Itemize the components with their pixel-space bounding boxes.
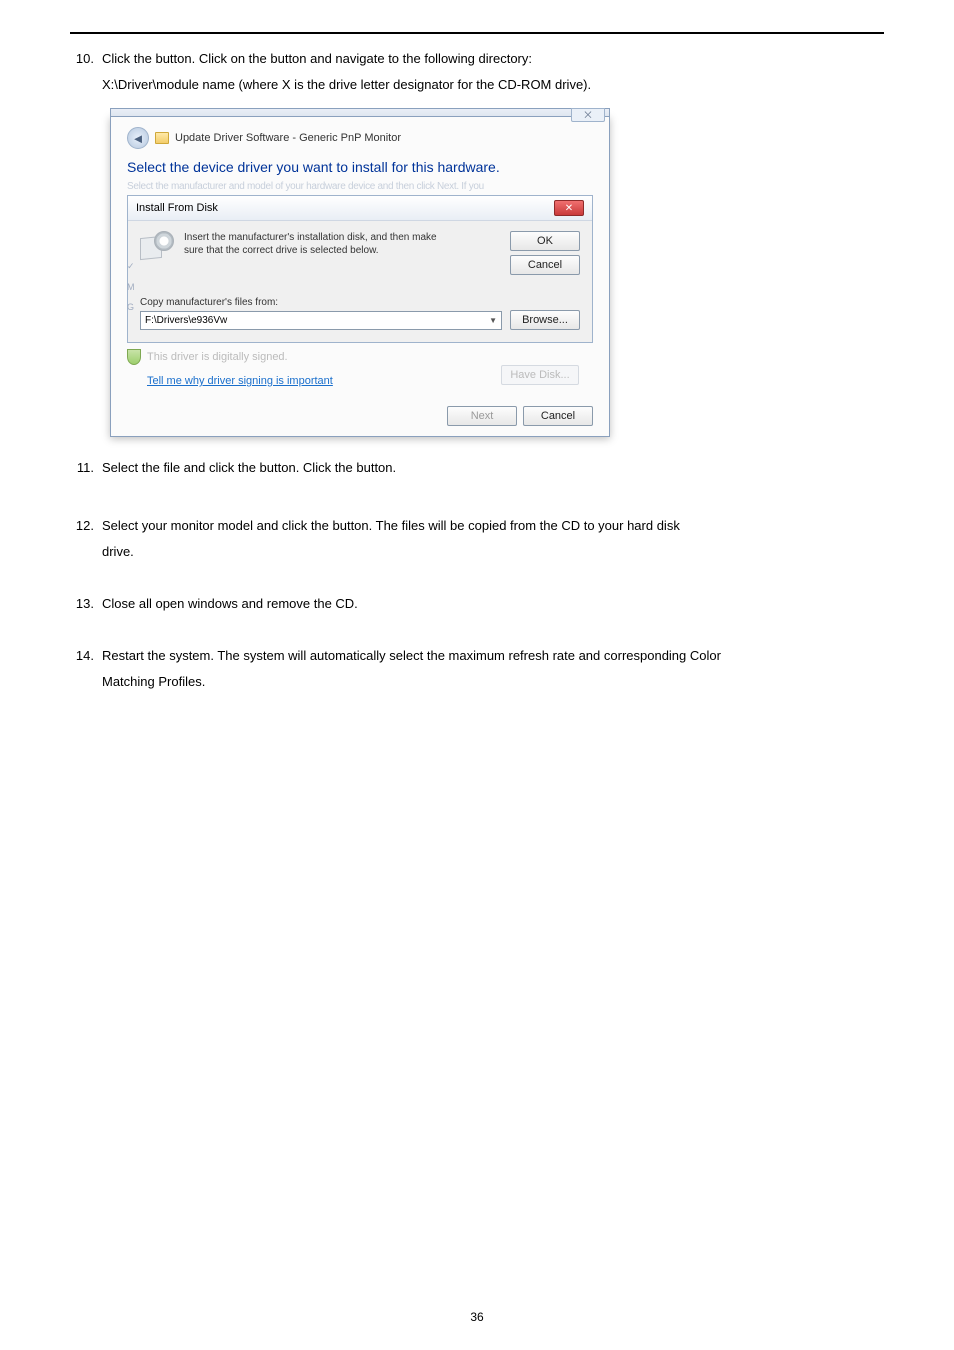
- step-10-line1: Click the button. Click on the button an…: [102, 46, 884, 72]
- shield-icon: [127, 349, 141, 365]
- step-number: 13.: [70, 591, 102, 617]
- step-14: 14. Restart the system. The system will …: [70, 643, 884, 695]
- cancel-button[interactable]: Cancel: [510, 255, 580, 275]
- disk-icon: [140, 231, 174, 261]
- ok-button[interactable]: OK: [510, 231, 580, 251]
- step-12-line2: drive.: [102, 539, 884, 565]
- chevron-down-icon[interactable]: ▼: [489, 312, 497, 329]
- breadcrumb-text: Update Driver Software - Generic PnP Mon…: [175, 132, 401, 144]
- close-icon[interactable]: ✕: [554, 200, 584, 216]
- window-titlebar: ⨉: [110, 108, 610, 116]
- cancel-button[interactable]: Cancel: [523, 406, 593, 426]
- side-stubs: ✓ M G: [127, 261, 135, 312]
- step-12-line1: Select your monitor model and click the …: [102, 513, 884, 539]
- step-12: 12. Select your monitor model and click …: [70, 513, 884, 565]
- step-number: 10.: [70, 46, 102, 98]
- step-10-line2: X:\Driver\module name (where X is the dr…: [102, 72, 884, 98]
- top-rule: [70, 32, 884, 34]
- dialog-subtitle: Select the manufacturer and model of you…: [127, 181, 593, 193]
- page-number: 36: [0, 1310, 954, 1324]
- step-13-text: Close all open windows and remove the CD…: [102, 591, 884, 617]
- install-title: Install From Disk: [136, 202, 218, 214]
- step-number: 11.: [70, 455, 102, 481]
- install-message: Insert the manufacturer's installation d…: [184, 231, 500, 257]
- breadcrumb: ◄ Update Driver Software - Generic PnP M…: [127, 127, 593, 149]
- copy-from-label: Copy manufacturer's files from:: [140, 297, 580, 308]
- step-number: 12.: [70, 513, 102, 565]
- step-14-line2: Matching Profiles.: [102, 669, 884, 695]
- folder-icon: [155, 132, 169, 144]
- step-13: 13. Close all open windows and remove th…: [70, 591, 884, 617]
- install-from-disk-dialog: Install From Disk ✕ ✓ M G: [127, 195, 593, 343]
- step-11-text: Select the file and click the button. Cl…: [102, 455, 884, 481]
- dialog-screenshot: ⨉ ◄ Update Driver Software - Generic PnP…: [110, 108, 884, 437]
- back-icon[interactable]: ◄: [127, 127, 149, 149]
- dialog-title: Select the device driver you want to ins…: [127, 159, 593, 175]
- next-button[interactable]: Next: [447, 406, 517, 426]
- step-number: 14.: [70, 643, 102, 695]
- copy-from-input[interactable]: F:\Drivers\e936Vw ▼: [140, 311, 502, 330]
- have-disk-button[interactable]: Have Disk...: [501, 365, 579, 385]
- browse-button[interactable]: Browse...: [510, 310, 580, 330]
- close-icon[interactable]: ⨉: [571, 108, 605, 122]
- step-14-line1: Restart the system. The system will auto…: [102, 643, 884, 669]
- signed-row: This driver is digitally signed.: [127, 349, 593, 365]
- step-10: 10. Click the button. Click on the butto…: [70, 46, 884, 98]
- step-11: 11. Select the file and click the button…: [70, 455, 884, 481]
